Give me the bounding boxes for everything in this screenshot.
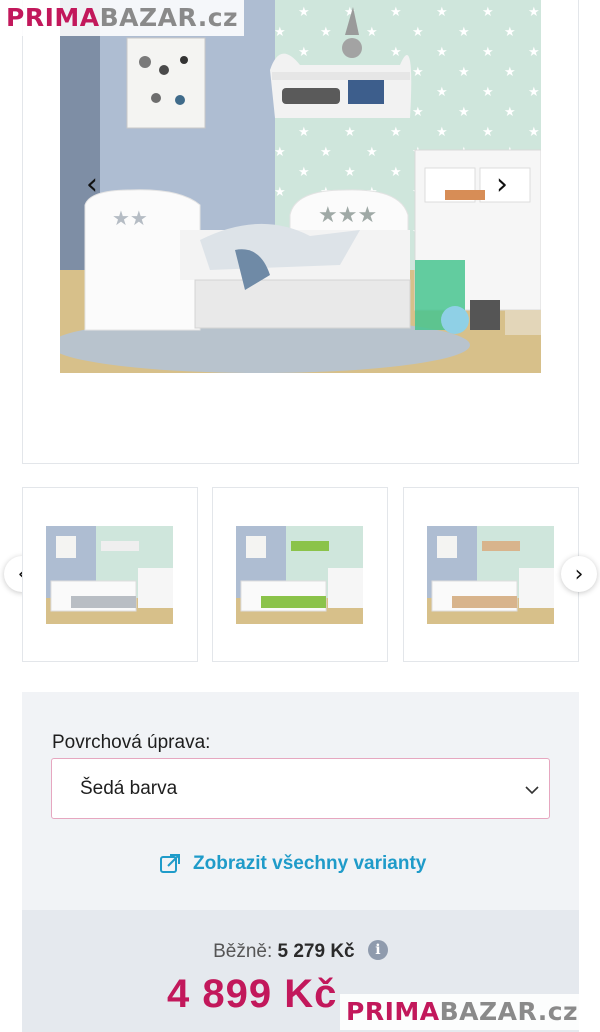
thumbnail-image xyxy=(46,526,173,624)
watermark-part-2: BAZAR.cz xyxy=(439,997,579,1026)
thumbnail-gray[interactable] xyxy=(22,487,198,662)
selected-variant: Šedá barva xyxy=(80,778,178,799)
watermark-part-2: BAZAR.cz xyxy=(99,3,239,32)
thumbnails-next-button[interactable]: › xyxy=(561,556,597,592)
thumbnail-image xyxy=(236,526,363,624)
thumbnail-wood[interactable] xyxy=(403,487,579,662)
chevron-down-icon xyxy=(525,786,539,795)
show-all-variants-link[interactable]: Zobrazit všechny varianty xyxy=(159,853,426,875)
regular-price-label: Běžně: xyxy=(213,941,273,962)
thumbnail-green[interactable] xyxy=(212,487,388,662)
main-product-photo[interactable]: ★ ★ ★★★ xyxy=(60,0,541,373)
product-page: ★ ★ ★★★ ‹ › PRIMABAZAR.cz › Povrchová úp… xyxy=(0,0,600,1032)
gallery-next-arrow[interactable]: › xyxy=(496,170,508,200)
info-icon[interactable]: i xyxy=(367,940,388,960)
watermark-part-1: PRIMA xyxy=(346,997,440,1026)
show-all-variants-text: Zobrazit všechny varianty xyxy=(193,853,427,874)
regular-price-value: 5 279 Kč xyxy=(277,941,355,962)
primabazar-watermark-logo: PRIMABAZAR.cz xyxy=(340,994,585,1030)
variant-panel: Povrchová úprava: Šedá barva Zobrazit vš… xyxy=(22,692,579,910)
svg-text:★★: ★★ xyxy=(112,206,148,230)
regular-price: Běžně: 5 279 Kč i xyxy=(22,940,579,963)
current-price: 4 899 Kč xyxy=(167,972,338,1016)
thumbnail-image xyxy=(427,526,554,624)
gallery-prev-arrow[interactable]: ‹ xyxy=(86,170,98,200)
surface-finish-select[interactable]: Šedá barva xyxy=(51,758,550,819)
primabazar-watermark-logo: PRIMABAZAR.cz xyxy=(0,0,245,36)
surface-finish-label: Povrchová úprava: xyxy=(52,732,211,753)
watermark-part-1: PRIMA xyxy=(6,3,100,32)
external-link-icon xyxy=(160,854,180,873)
chevron-right-icon: › xyxy=(574,561,584,587)
svg-text:★★★: ★★★ xyxy=(318,203,377,228)
